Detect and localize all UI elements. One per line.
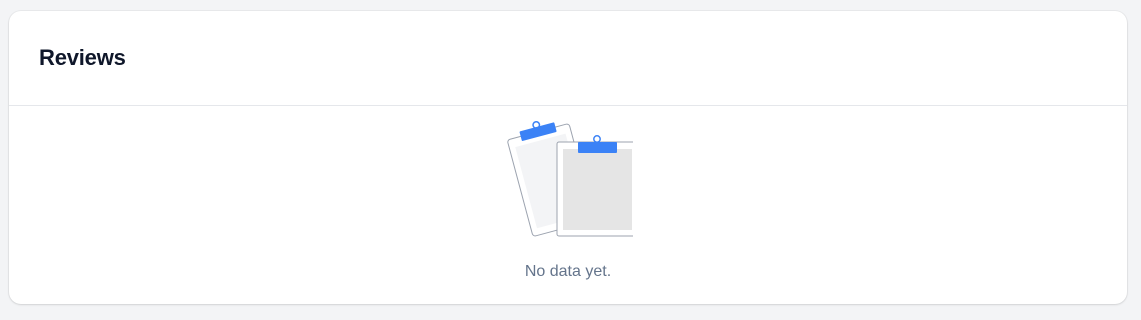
empty-clipboard-icon — [507, 120, 633, 237]
card-header: Reviews — [9, 11, 1127, 106]
reviews-card: Reviews No data yet. — [9, 11, 1127, 304]
empty-state: No data yet. — [9, 106, 1127, 303]
card-title: Reviews — [39, 45, 126, 70]
empty-state-message: No data yet. — [524, 263, 612, 280]
